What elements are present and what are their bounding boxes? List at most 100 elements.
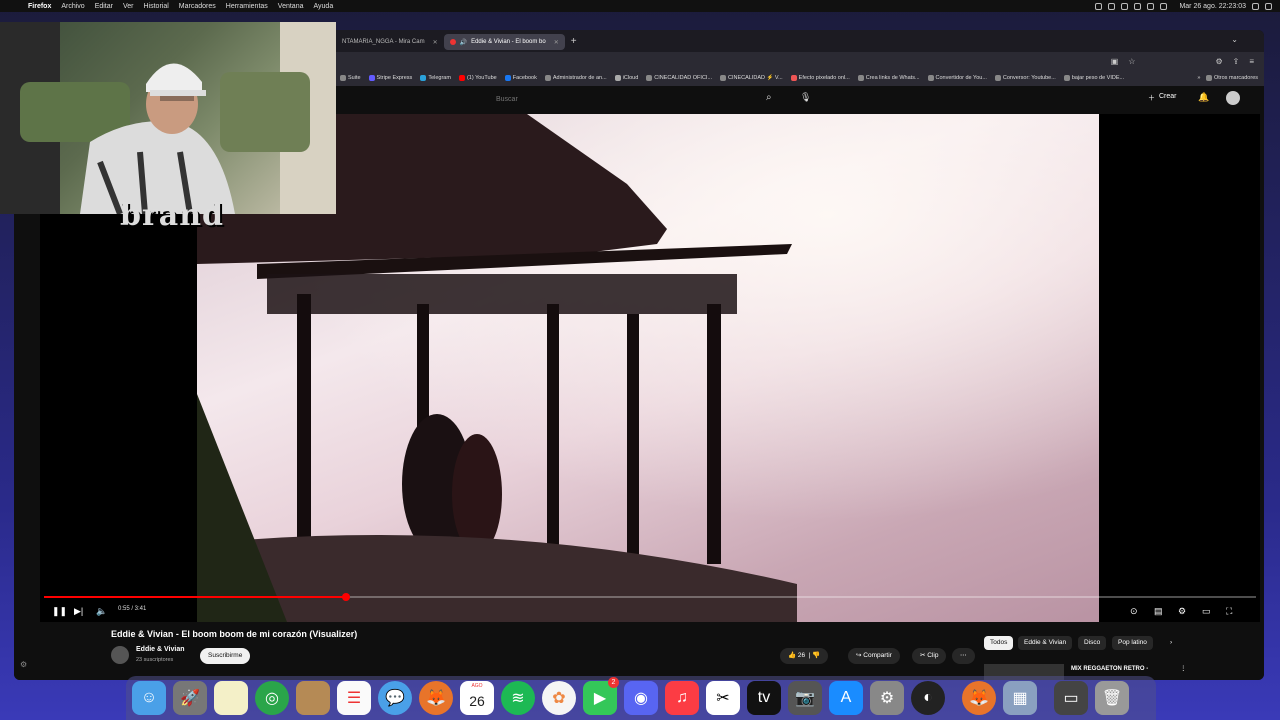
search-icon[interactable] [1160, 2, 1168, 10]
pause-icon[interactable]: ❚❚ [52, 606, 67, 617]
calendar-icon[interactable]: AGO 26 [460, 681, 494, 715]
status-icon[interactable] [1121, 2, 1129, 10]
gear-icon[interactable]: ⚙ [1178, 606, 1186, 617]
bookmark-item[interactable]: Facebook [504, 75, 537, 81]
more-actions-button[interactable]: ⋯ [952, 648, 975, 664]
menu-app-firefox[interactable]: Firefox [28, 3, 51, 10]
siri-icon[interactable] [1265, 2, 1272, 10]
subscribe-button[interactable]: Suscribirme [200, 648, 251, 664]
bookmark-item[interactable]: Telegram [420, 75, 451, 81]
spotify-icon[interactable]: ≋ [501, 681, 535, 715]
wifi-icon[interactable] [1134, 2, 1142, 10]
next-icon[interactable]: ▶| [74, 606, 83, 617]
firefox-icon[interactable]: 🦊 [962, 681, 996, 715]
system-settings-icon[interactable]: ⚙ [870, 681, 904, 715]
bookmark-item[interactable]: Administrador de an... [544, 75, 607, 81]
menu-ayuda[interactable]: Ayuda [313, 3, 333, 10]
chevron-right-icon[interactable]: » [1197, 75, 1200, 81]
finder-icon[interactable]: ☺ [132, 681, 166, 715]
capcut-icon[interactable]: ✂ [706, 681, 740, 715]
bookmark-item[interactable]: bajar peso de VIDE... [1063, 75, 1124, 81]
music-icon[interactable]: ♫ [665, 681, 699, 715]
page-action-icon[interactable]: ▣ [1111, 57, 1119, 66]
reminders-icon[interactable]: ☰ [337, 681, 371, 715]
bookmark-item[interactable]: iCloud [614, 75, 638, 81]
bookmark-item[interactable]: Efecto pixelado onl... [790, 75, 850, 81]
menu-icon[interactable]: ≡ [1249, 57, 1254, 66]
firefox-icon[interactable]: 🦊 [419, 681, 453, 715]
clip-button[interactable]: ✂ Clip [912, 648, 947, 664]
chevron-down-icon[interactable]: ⌄ [1231, 35, 1238, 44]
extension-icon[interactable]: ⚙ [1215, 57, 1222, 66]
menu-herramientas[interactable]: Herramientas [226, 3, 268, 10]
share-button[interactable]: ↪ Compartir [848, 648, 900, 664]
chrome-icon[interactable]: ◎ [255, 681, 289, 715]
progress-bar[interactable] [44, 593, 1256, 601]
messages-icon[interactable]: 💬 [378, 681, 412, 715]
search-input[interactable] [488, 93, 758, 107]
progress-handle[interactable] [342, 593, 350, 601]
status-icon[interactable] [1108, 2, 1116, 10]
trash-icon[interactable]: 🗑 [1095, 681, 1129, 715]
subtitles-icon[interactable]: ▤ [1154, 606, 1163, 617]
bookmark-item[interactable]: Crea links de Whats... [857, 75, 920, 81]
chip-pop-latino[interactable]: Pop latino [1112, 636, 1153, 650]
tab-mira-cam[interactable]: NTAMARIA_NGGA - Mira Cam ✕ [336, 34, 444, 50]
chip-disco[interactable]: Disco [1078, 636, 1107, 650]
obs-icon[interactable]: ◐ [911, 681, 945, 715]
menu-archivo[interactable]: Archivo [61, 3, 84, 10]
volume-icon[interactable]: 🔈 [96, 606, 107, 617]
search-icon[interactable]: ⌕ [766, 92, 772, 103]
bookmark-item[interactable]: CINECALIDAD ⚡ V... [720, 75, 783, 81]
autoplay-toggle-icon[interactable]: ⊙ [1130, 606, 1138, 617]
tab-eddie-vivian[interactable]: 🔊 Eddie & Vivian - El boom bo ✕ [443, 34, 565, 50]
new-tab-button[interactable]: + [571, 36, 577, 47]
bookmark-item[interactable]: Suite [340, 75, 361, 81]
status-icon[interactable] [1095, 2, 1103, 10]
app-store-icon[interactable]: A [829, 681, 863, 715]
recommendation-title[interactable]: MIX REGGAETON RETRO - [1071, 666, 1148, 672]
menu-ver[interactable]: Ver [123, 3, 134, 10]
camera-icon[interactable]: 📷 [788, 681, 822, 715]
more-vert-icon[interactable]: ⋮ [1174, 662, 1193, 676]
gear-icon[interactable]: ⚙ [20, 660, 27, 669]
channel-name[interactable]: Eddie & Vivian [136, 646, 185, 653]
archive-icon[interactable] [296, 681, 330, 715]
create-button[interactable]: ＋ Crear [1148, 93, 1177, 103]
menubar-clock[interactable]: Mar 26 ago. 22:23:03 [1179, 3, 1246, 10]
like-button[interactable]: 👍 26 | 👎 [780, 648, 829, 664]
menu-editar[interactable]: Editar [95, 3, 113, 10]
bookmark-item[interactable]: (1) YouTube [458, 75, 497, 81]
menu-ventana[interactable]: Ventana [278, 3, 304, 10]
photos-icon[interactable]: ✿ [542, 681, 576, 715]
preview-icon[interactable]: ▦ [1003, 681, 1037, 715]
theater-mode-icon[interactable]: ▭ [1202, 606, 1211, 617]
appletv-icon[interactable]: tv [747, 681, 781, 715]
notes-icon[interactable] [214, 681, 248, 715]
facetime-icon[interactable]: ▶ 2 [583, 677, 619, 715]
fullscreen-icon[interactable]: ⛶ [1226, 606, 1232, 617]
chip-eddie-vivian[interactable]: Eddie & Vivian [1018, 636, 1073, 650]
chevron-right-icon[interactable]: › [1164, 636, 1178, 650]
bookmark-item[interactable]: Conversor: Youtube... [994, 75, 1056, 81]
bookmark-star-icon[interactable]: ☆ [1128, 57, 1135, 66]
microphone-icon[interactable]: 🎙 [800, 92, 811, 103]
launchpad-icon[interactable]: 🚀 [173, 681, 207, 715]
share-icon[interactable]: ⇪ [1233, 57, 1240, 66]
bookmark-item[interactable]: CINECALIDAD OFICI... [646, 75, 712, 81]
avatar[interactable] [1226, 91, 1240, 105]
speaker-icon[interactable]: 🔊 [460, 39, 467, 46]
battery-icon[interactable] [1147, 2, 1155, 10]
folder-icon[interactable]: ▭ [1054, 681, 1088, 715]
menu-historial[interactable]: Historial [144, 3, 169, 10]
close-icon[interactable]: ✕ [554, 39, 559, 46]
discord-icon[interactable]: ◉ [624, 681, 658, 715]
other-bookmarks[interactable]: » Otros marcadores [1197, 75, 1258, 81]
close-icon[interactable]: ✕ [433, 39, 438, 46]
channel-avatar[interactable] [111, 646, 129, 664]
control-center-icon[interactable] [1252, 2, 1259, 10]
bookmark-item[interactable]: Stripe Express [368, 75, 412, 81]
bookmark-item[interactable]: Convertidor de You... [927, 75, 987, 81]
menu-marcadores[interactable]: Marcadores [179, 3, 216, 10]
thumbs-down-icon[interactable]: 👎 [812, 652, 820, 659]
